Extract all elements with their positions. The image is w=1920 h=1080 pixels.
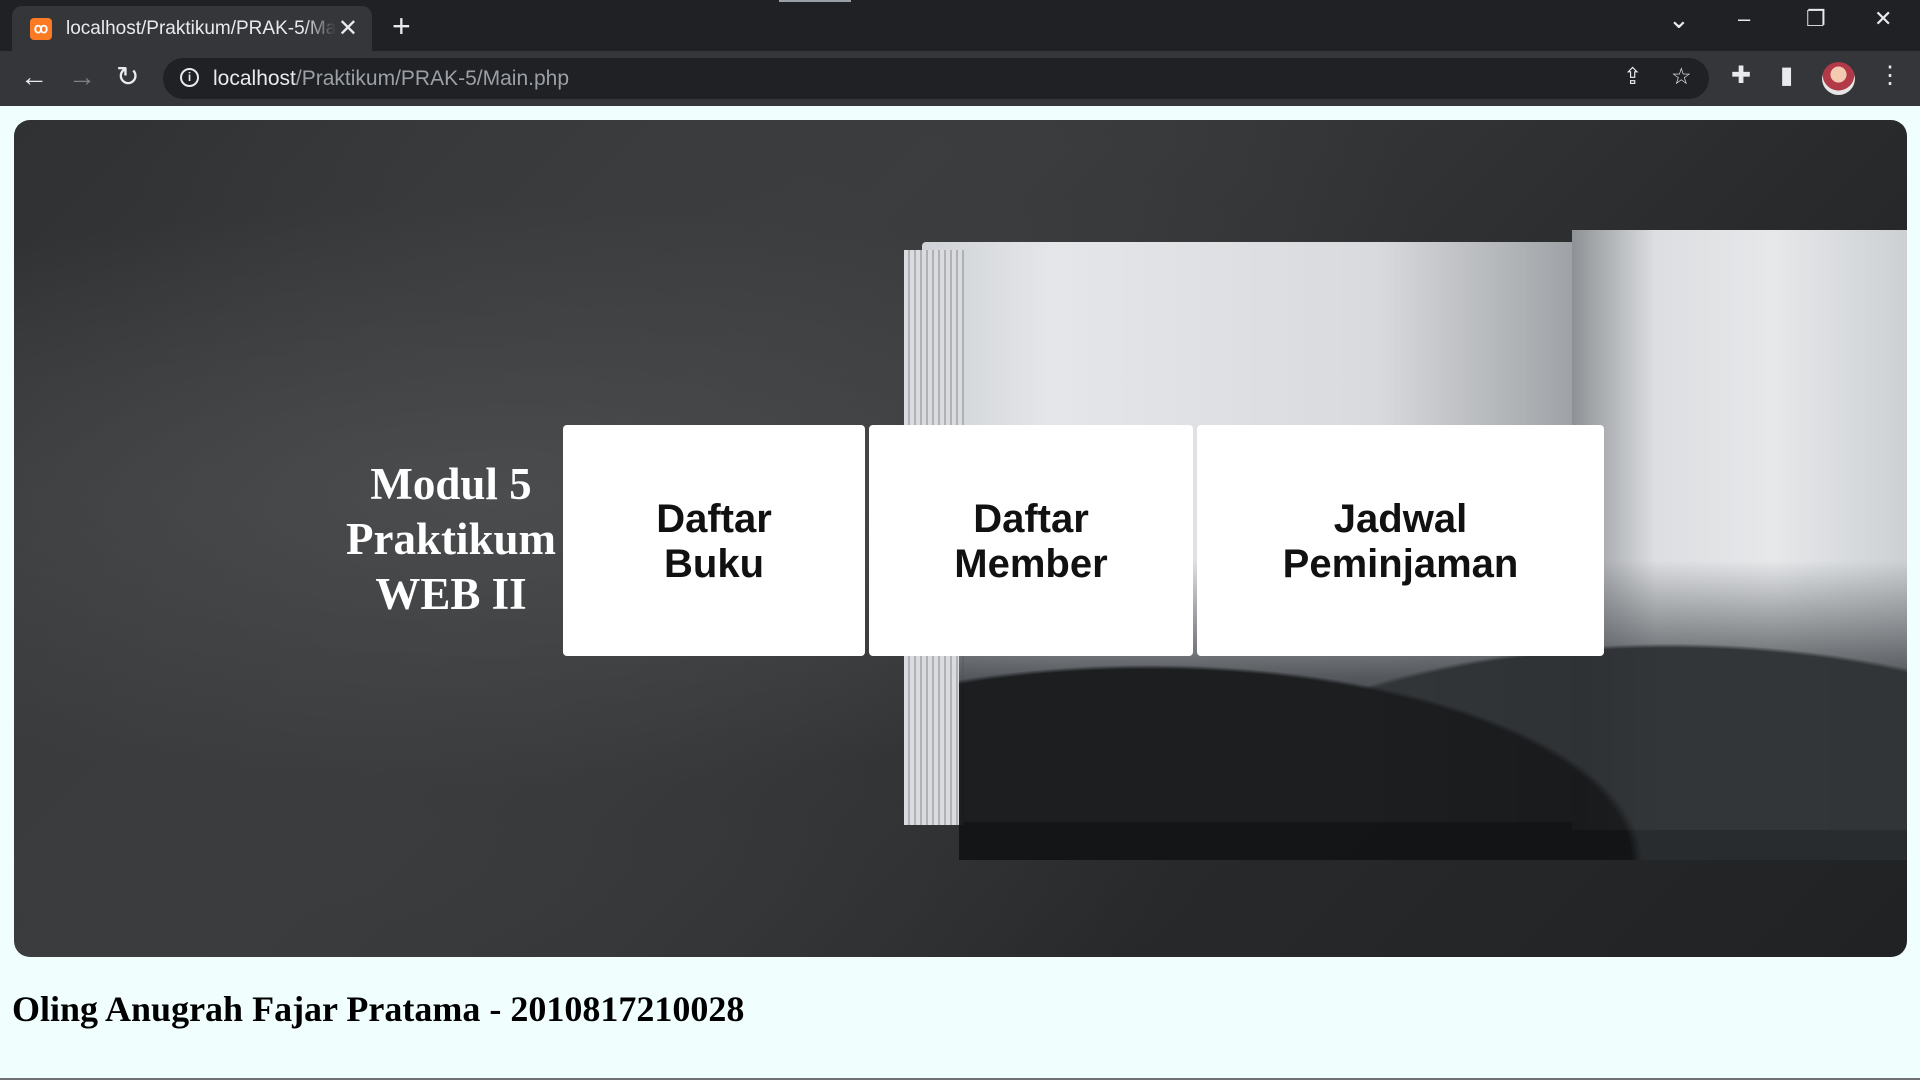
extensions-puzzle-icon[interactable]: ✚ [1731, 64, 1751, 88]
browser-menu-icon[interactable]: ⋮ [1878, 64, 1902, 88]
reload-icon[interactable]: ↻ [116, 63, 139, 91]
menu-label-line: Daftar [656, 497, 772, 541]
browser-tab[interactable]: ꝏ localhost/Praktikum/PRAK-5/Main.php ✕ [12, 6, 372, 51]
xampp-favicon-icon: ꝏ [30, 17, 52, 40]
restore-icon[interactable]: ❐ [1806, 8, 1826, 30]
menu-label-line: Peminjaman [1282, 542, 1519, 586]
tab-bar: ꝏ localhost/Praktikum/PRAK-5/Main.php ✕ … [0, 0, 1920, 51]
minimize-icon[interactable]: – [1738, 8, 1750, 30]
menu-label-line: Member [954, 542, 1108, 586]
site-info-icon[interactable]: i [180, 68, 199, 87]
browser-toolbar: ← → ↻ i localhost/Praktikum/PRAK-5/Main.… [0, 51, 1920, 106]
jadwal-peminjaman-button[interactable]: Jadwal Peminjaman [1197, 425, 1604, 656]
url-path: /Praktikum/PRAK-5/Main.php [295, 67, 569, 90]
url-text[interactable]: localhost/Praktikum/PRAK-5/Main.php [213, 67, 569, 91]
daftar-buku-button[interactable]: Daftar Buku [563, 425, 865, 656]
url-host: localhost [213, 67, 296, 90]
daftar-member-button[interactable]: Daftar Member [869, 425, 1193, 656]
hero-title-line: Modul 5 [370, 459, 532, 509]
author-footer: Oling Anugrah Fajar Pratama - 2010817210… [12, 989, 745, 1029]
address-bar[interactable]: i localhost/Praktikum/PRAK-5/Main.php ⇪ … [163, 58, 1709, 99]
window-close-icon[interactable]: ✕ [1874, 8, 1892, 30]
hero-title: Modul 5 Praktikum WEB II [320, 457, 582, 622]
tab-search-chevron-icon[interactable]: ⌄ [1668, 6, 1690, 32]
tab-strip-indicator [779, 0, 851, 2]
back-arrow-icon[interactable]: ← [20, 63, 48, 91]
new-tab-plus-icon[interactable]: + [392, 10, 411, 42]
hero-banner: Modul 5 Praktikum WEB II Daftar Buku Daf… [14, 120, 1907, 957]
menu-label-line: Daftar [973, 497, 1089, 541]
forward-arrow-icon[interactable]: → [68, 63, 96, 91]
tab-close-icon[interactable]: ✕ [338, 16, 358, 41]
side-panel-icon[interactable]: ▮ [1780, 64, 1793, 88]
bookmark-star-icon[interactable]: ☆ [1671, 65, 1692, 88]
menu-label-line: Jadwal [1333, 497, 1468, 541]
hero-title-line: Praktikum [345, 514, 556, 564]
share-icon[interactable]: ⇪ [1623, 65, 1642, 88]
hero-title-line: WEB II [375, 569, 527, 619]
tab-title: localhost/Praktikum/PRAK-5/Main.php [66, 17, 336, 39]
profile-avatar[interactable] [1822, 62, 1855, 95]
menu-label-line: Buku [664, 542, 764, 586]
